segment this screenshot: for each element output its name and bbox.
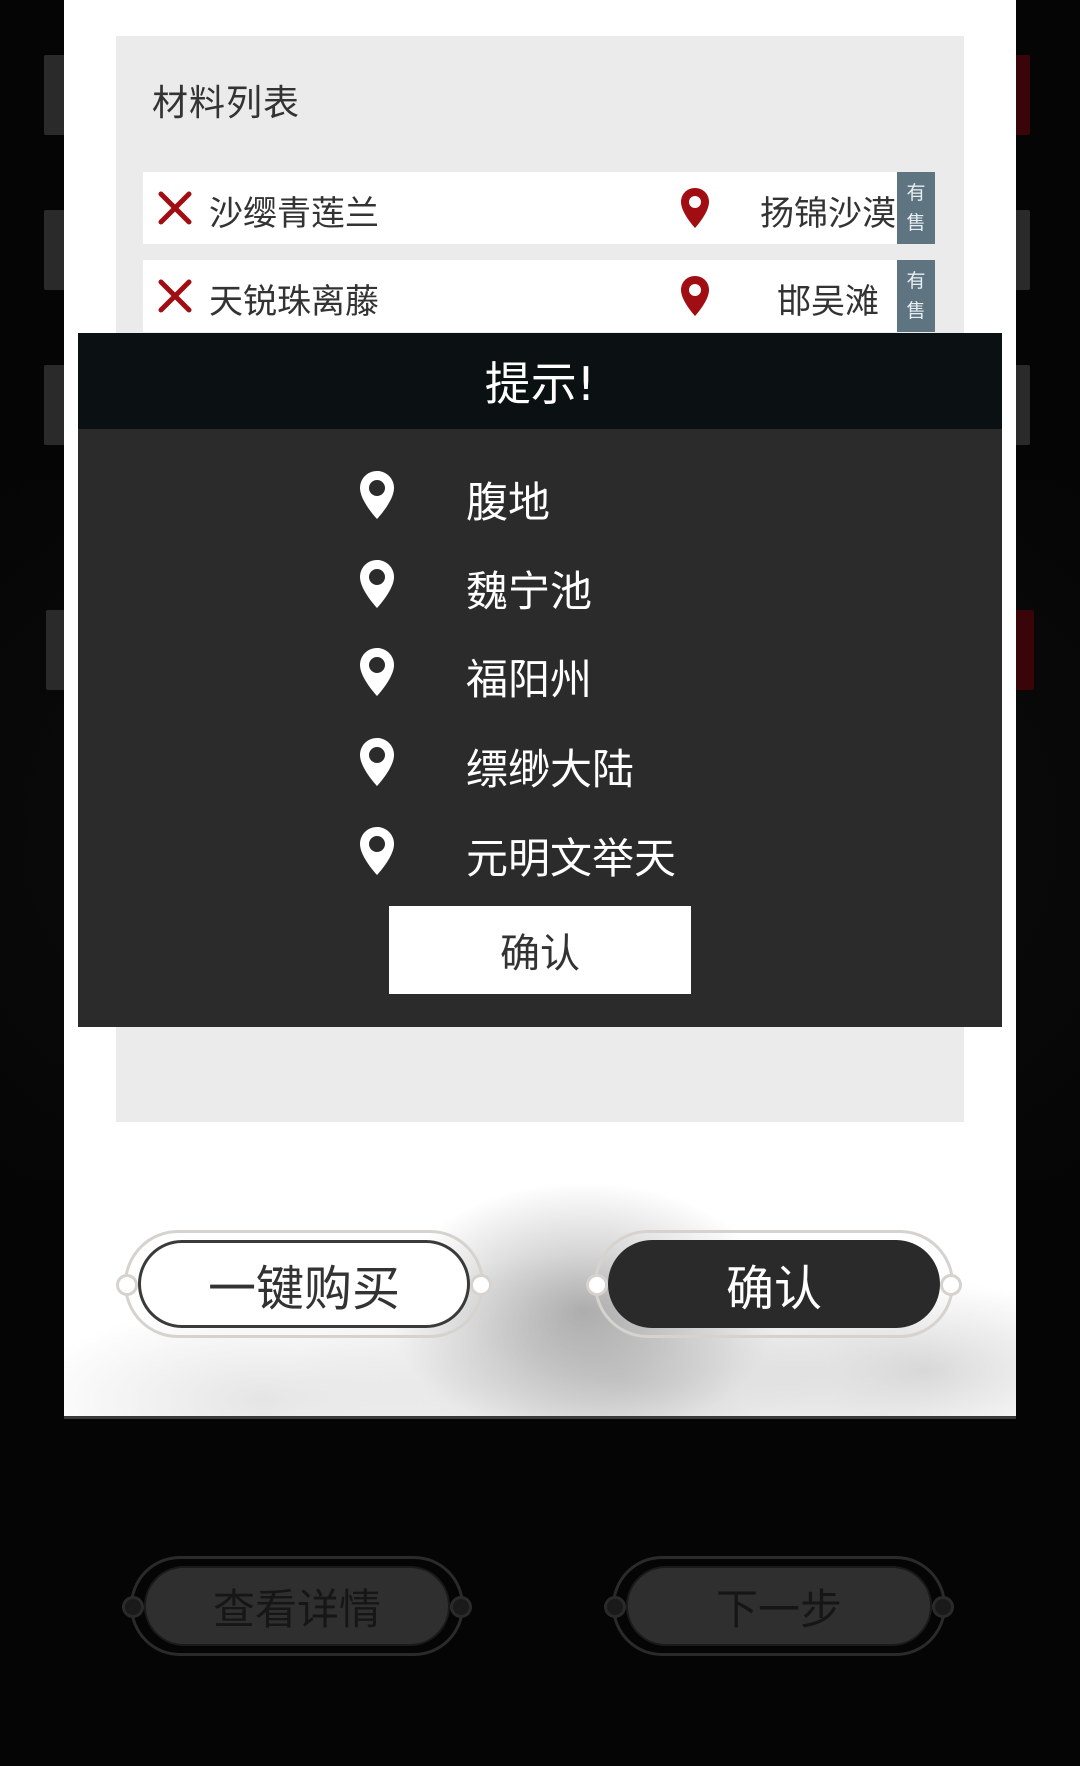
- buy-all-button[interactable]: 一键购买: [138, 1240, 470, 1328]
- material-row: 天锐珠离藤 邯吴滩 有 售: [143, 260, 935, 332]
- map-pin-icon: [360, 827, 394, 875]
- frame-ornament: [122, 1596, 144, 1618]
- confirm-button-wrap: 确认: [586, 1230, 962, 1338]
- background-strip: [1014, 365, 1030, 445]
- background-strip: [1014, 610, 1034, 690]
- location-name: 缥缈大陆: [466, 745, 635, 794]
- screen: 材料列表 沙缨青莲兰 扬锦沙漠 有 售 天锐珠离藤 邯吴滩 有 售 提示! 腹地…: [0, 0, 1080, 1766]
- badge-char: 有: [906, 182, 926, 204]
- frame-ornament: [940, 1274, 962, 1296]
- map-pin-icon[interactable]: [679, 274, 711, 318]
- materials-title: 材料列表: [152, 83, 301, 124]
- badge-char: 有: [906, 270, 926, 292]
- map-pin-icon: [360, 648, 394, 696]
- for-sale-badge: 有 售: [897, 172, 935, 244]
- frame-ornament: [116, 1274, 138, 1296]
- close-x-icon[interactable]: [155, 188, 195, 228]
- panel-divider: [64, 1416, 1016, 1419]
- background-strip: [44, 210, 66, 290]
- background-strip: [1014, 210, 1030, 290]
- view-details-button[interactable]: 查看详情: [144, 1566, 450, 1646]
- next-step-button[interactable]: 下一步: [626, 1566, 932, 1646]
- dialog-confirm-button[interactable]: 确认: [389, 906, 691, 994]
- location-option[interactable]: 福阳州: [78, 642, 1002, 704]
- location-dialog: 提示! 腹地 魏宁池 福阳州 缥缈大陆 元明文举天 确认: [78, 333, 1002, 1027]
- location-option[interactable]: 魏宁池: [78, 554, 1002, 616]
- details-button-wrap: 查看详情: [122, 1556, 472, 1656]
- material-row: 沙缨青莲兰 扬锦沙漠 有 售: [143, 172, 935, 244]
- material-name: 沙缨青莲兰: [209, 194, 379, 234]
- badge-char: 售: [906, 300, 926, 322]
- location-name: 元明文举天: [466, 834, 677, 883]
- frame-ornament: [470, 1274, 492, 1296]
- map-pin-icon[interactable]: [679, 186, 711, 230]
- map-pin-icon: [360, 471, 394, 519]
- for-sale-badge: 有 售: [897, 260, 935, 332]
- close-x-icon[interactable]: [155, 276, 195, 316]
- badge-char: 售: [906, 212, 926, 234]
- background-strip: [1014, 55, 1030, 135]
- material-name: 天锐珠离藤: [209, 282, 379, 322]
- background-strip: [44, 365, 66, 445]
- location-name: 福阳州: [466, 655, 593, 704]
- background-strip: [44, 55, 66, 135]
- frame-ornament: [450, 1596, 472, 1618]
- next-button-wrap: 下一步: [604, 1556, 954, 1656]
- location-option[interactable]: 缥缈大陆: [78, 732, 1002, 794]
- frame-ornament: [604, 1596, 626, 1618]
- buy-all-button-wrap: 一键购买: [116, 1230, 492, 1338]
- confirm-button[interactable]: 确认: [608, 1240, 940, 1328]
- dialog-title: 提示!: [78, 333, 1002, 429]
- map-pin-icon: [360, 738, 394, 786]
- map-pin-icon: [360, 560, 394, 608]
- frame-ornament: [586, 1274, 608, 1296]
- location-name: 腹地: [466, 478, 551, 527]
- frame-ornament: [932, 1596, 954, 1618]
- location-option[interactable]: 腹地: [78, 465, 1002, 527]
- location-name: 魏宁池: [466, 567, 593, 616]
- location-option[interactable]: 元明文举天: [78, 821, 1002, 883]
